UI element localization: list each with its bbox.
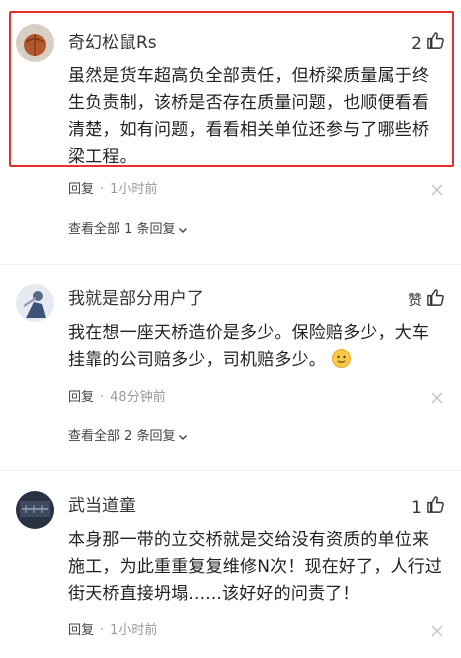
comment-meta: 回复 · 1小时前 (68, 181, 157, 199)
thumbs-up-icon (426, 31, 445, 56)
reply-button[interactable]: 回复 (68, 181, 94, 199)
divider (0, 264, 461, 265)
view-all-label: 查看全部 1 条回复 (68, 222, 176, 237)
avatar[interactable] (16, 284, 54, 322)
close-icon[interactable] (431, 392, 443, 404)
username[interactable]: 武当道童 (68, 495, 136, 517)
comment-text: 虽然是货车超高负全部责任，但桥梁质量属于终生负责制，该桥是否存在质量问题，也顺便… (68, 66, 430, 167)
close-icon[interactable] (431, 184, 443, 196)
username[interactable]: 我就是部分用户了 (68, 288, 204, 310)
close-icon[interactable] (431, 625, 443, 637)
comment-text: 我在想一座天桥造价是多少。保险赔多少，大车挂靠的公司赔多少，司机赔多少。 (68, 320, 446, 374)
thumbs-up-icon (426, 495, 445, 520)
view-all-replies-button[interactable]: 查看全部 2 条回复 (68, 428, 188, 446)
comment-text-content: 我在想一座天桥造价是多少。保险赔多少，大车挂靠的公司赔多少，司机赔多少。 (68, 323, 430, 370)
view-all-label: 查看全部 2 条回复 (68, 429, 176, 444)
timestamp: 1小时前 (110, 182, 158, 197)
avatar[interactable] (16, 24, 54, 62)
view-all-replies-button[interactable]: 查看全部 1 条回复 (68, 221, 188, 239)
chevron-down-icon (178, 228, 187, 233)
comment-text: 本身那一带的立交桥就是交给没有资质的单位来施工，为此重重复复维修N次！现在好了，… (68, 530, 443, 604)
timestamp: 48分钟前 (110, 390, 166, 405)
like-label: 赞 (408, 292, 422, 309)
like-button[interactable]: 1 (411, 495, 445, 520)
username[interactable]: 奇幻松鼠Rs (68, 32, 157, 54)
like-count: 2 (411, 33, 422, 54)
timestamp: 1小时前 (110, 623, 158, 638)
separator: · (100, 390, 105, 405)
like-button[interactable]: 2 (411, 31, 445, 56)
reply-button[interactable]: 回复 (68, 389, 94, 407)
divider (0, 470, 461, 471)
separator: · (100, 182, 105, 197)
thumbs-up-icon (426, 288, 445, 313)
smile-emoji-icon (331, 349, 351, 368)
comment-meta: 回复 · 1小时前 (68, 622, 157, 640)
reply-button[interactable]: 回复 (68, 622, 94, 640)
avatar[interactable] (16, 491, 54, 529)
chevron-down-icon (178, 435, 187, 440)
like-button[interactable]: 赞 (408, 288, 445, 313)
like-count: 1 (411, 497, 422, 518)
separator: · (100, 623, 105, 638)
comment-meta: 回复 · 48分钟前 (68, 389, 166, 407)
